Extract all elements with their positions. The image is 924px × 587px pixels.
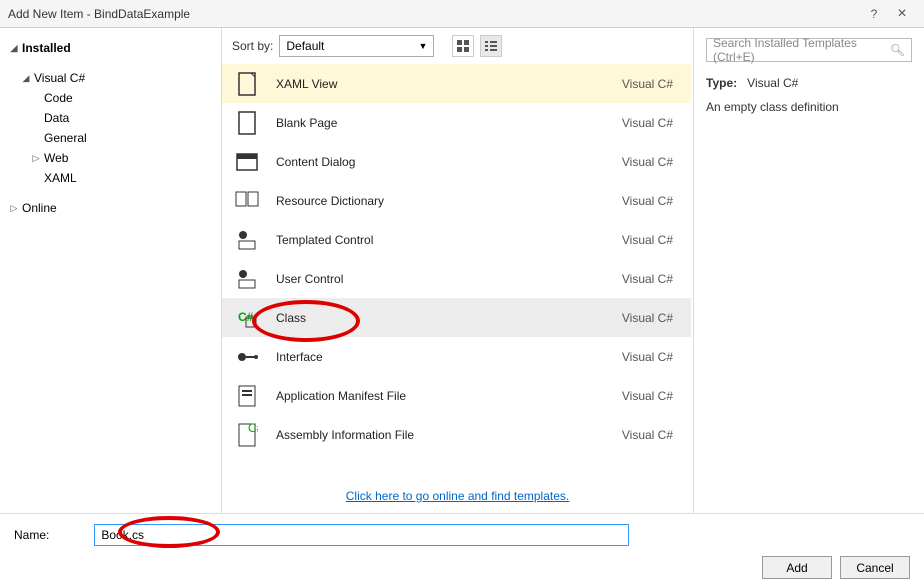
template-item[interactable]: XAML ViewVisual C# bbox=[222, 64, 691, 103]
template-icon bbox=[234, 149, 260, 175]
template-lang: Visual C# bbox=[622, 116, 679, 130]
template-icon: C# bbox=[234, 305, 260, 331]
template-icon bbox=[234, 188, 260, 214]
tree-general[interactable]: General bbox=[8, 128, 213, 148]
template-icon: C# bbox=[234, 422, 260, 448]
tree-code[interactable]: Code bbox=[8, 88, 213, 108]
add-button[interactable]: Add bbox=[762, 556, 832, 579]
template-lang: Visual C# bbox=[622, 428, 679, 442]
template-lang: Visual C# bbox=[622, 350, 679, 364]
template-lang: Visual C# bbox=[622, 389, 679, 403]
template-item[interactable]: Blank PageVisual C# bbox=[222, 103, 691, 142]
template-icon bbox=[234, 383, 260, 409]
template-item[interactable]: Resource DictionaryVisual C# bbox=[222, 181, 691, 220]
template-lang: Visual C# bbox=[622, 272, 679, 286]
template-label: Application Manifest File bbox=[276, 389, 622, 403]
template-label: Resource Dictionary bbox=[276, 194, 622, 208]
template-label: XAML View bbox=[276, 77, 622, 91]
template-label: Interface bbox=[276, 350, 622, 364]
template-list-panel: Sort by: Default ▼ XAML ViewVisual C#Bla… bbox=[222, 28, 694, 513]
template-item[interactable]: InterfaceVisual C# bbox=[222, 337, 691, 376]
type-value: Visual C# bbox=[747, 76, 798, 90]
search-placeholder: Search Installed Templates (Ctrl+E) bbox=[713, 36, 890, 64]
help-button[interactable]: ? bbox=[860, 1, 888, 27]
tree-online[interactable]: ▷ Online bbox=[8, 198, 213, 218]
tree-csharp[interactable]: ◢ Visual C# bbox=[8, 68, 213, 88]
template-lang: Visual C# bbox=[622, 155, 679, 169]
template-label: Content Dialog bbox=[276, 155, 622, 169]
svg-text:C#: C# bbox=[248, 422, 258, 435]
template-icon bbox=[234, 266, 260, 292]
view-medium-icons-button[interactable] bbox=[452, 35, 474, 57]
tree-data[interactable]: Data bbox=[8, 108, 213, 128]
template-item[interactable]: Content DialogVisual C# bbox=[222, 142, 691, 181]
template-icon bbox=[234, 344, 260, 370]
chevron-down-icon: ▼ bbox=[418, 41, 427, 51]
template-label: Class bbox=[276, 311, 622, 325]
chevron-down-icon: ◢ bbox=[20, 73, 32, 84]
sort-dropdown[interactable]: Default ▼ bbox=[279, 35, 434, 57]
template-lang: Visual C# bbox=[622, 311, 679, 325]
bottom-panel: Name: Add Cancel bbox=[0, 513, 924, 582]
template-label: Assembly Information File bbox=[276, 428, 622, 442]
chevron-down-icon: ◢ bbox=[8, 43, 20, 54]
chevron-right-icon: ▷ bbox=[8, 203, 20, 214]
close-button[interactable]: × bbox=[888, 1, 916, 27]
template-item[interactable]: Templated ControlVisual C# bbox=[222, 220, 691, 259]
template-icon bbox=[234, 110, 260, 136]
description: An empty class definition bbox=[706, 100, 912, 114]
type-label: Type: bbox=[706, 76, 737, 90]
template-item[interactable]: Application Manifest FileVisual C# bbox=[222, 376, 691, 415]
name-row: Name: bbox=[0, 514, 924, 556]
tree-label: Online bbox=[20, 201, 57, 215]
list-icon bbox=[485, 40, 497, 52]
online-link-row: Click here to go online and find templat… bbox=[222, 483, 693, 513]
chevron-right-icon: ▷ bbox=[30, 153, 42, 164]
name-input[interactable] bbox=[94, 524, 629, 546]
details-panel: Search Installed Templates (Ctrl+E) 🔍︎ T… bbox=[694, 28, 924, 513]
template-label: Templated Control bbox=[276, 233, 622, 247]
tree-label: Installed bbox=[20, 41, 71, 55]
template-lang: Visual C# bbox=[622, 194, 679, 208]
main-area: ◢ Installed ◢ Visual C# Code Data Genera… bbox=[0, 28, 924, 513]
tree-installed[interactable]: ◢ Installed bbox=[8, 38, 213, 58]
type-row: Type: Visual C# bbox=[706, 76, 912, 90]
template-icon bbox=[234, 227, 260, 253]
search-icon: 🔍︎ bbox=[890, 43, 905, 57]
template-item[interactable]: C# Assembly Information FileVisual C# bbox=[222, 415, 691, 454]
sort-label: Sort by: bbox=[232, 39, 273, 53]
template-icon bbox=[234, 71, 260, 97]
search-input[interactable]: Search Installed Templates (Ctrl+E) 🔍︎ bbox=[706, 38, 912, 62]
online-templates-link[interactable]: Click here to go online and find templat… bbox=[346, 489, 569, 503]
template-lang: Visual C# bbox=[622, 77, 679, 91]
tree-web[interactable]: ▷ Web bbox=[8, 148, 213, 168]
template-item[interactable]: C# ClassVisual C# bbox=[222, 298, 691, 337]
window-title: Add New Item - BindDataExample bbox=[8, 7, 860, 21]
template-list: XAML ViewVisual C#Blank PageVisual C#Con… bbox=[222, 64, 693, 483]
button-row: Add Cancel bbox=[0, 556, 924, 587]
titlebar: Add New Item - BindDataExample ? × bbox=[0, 0, 924, 28]
template-item[interactable]: User ControlVisual C# bbox=[222, 259, 691, 298]
cancel-button[interactable]: Cancel bbox=[840, 556, 910, 579]
template-label: User Control bbox=[276, 272, 622, 286]
template-lang: Visual C# bbox=[622, 233, 679, 247]
view-list-button[interactable] bbox=[480, 35, 502, 57]
tree-xaml[interactable]: XAML bbox=[8, 168, 213, 188]
name-label: Name: bbox=[14, 528, 49, 542]
grid-icon bbox=[457, 40, 469, 52]
sort-bar: Sort by: Default ▼ bbox=[222, 28, 693, 64]
template-label: Blank Page bbox=[276, 116, 622, 130]
sidebar: ◢ Installed ◢ Visual C# Code Data Genera… bbox=[0, 28, 222, 513]
tree-label: Visual C# bbox=[32, 71, 85, 85]
sort-value: Default bbox=[286, 39, 324, 53]
